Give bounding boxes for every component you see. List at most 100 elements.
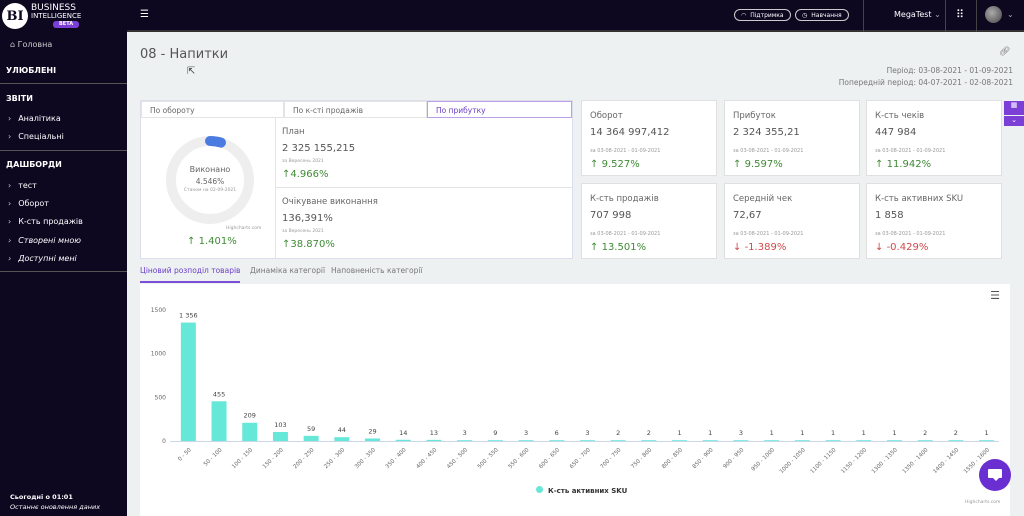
training-button[interactable]: ◷ Навчання [795,9,849,21]
plan-period: за Вересень 2021 [282,159,324,164]
x-tick-label: 1000 - 1050 [779,447,807,475]
x-tick-label: 800 - 850 [661,447,684,470]
change-value: 13.501% [601,242,647,253]
kpi-label: К-сть продажів [590,194,659,204]
x-tick-label: 200 - 250 [293,447,316,470]
bar [794,440,810,441]
data-label: 1 [770,429,774,437]
kpi-label: К-сть активних SKU [875,194,964,204]
sidebar-item-analytics[interactable]: › Аналітика [8,114,61,123]
bar [180,322,196,441]
plan-value: 2 325 155,215 [282,143,356,154]
tab-by-turnover[interactable]: По обороту [141,101,284,118]
tab-category-fill[interactable]: Наповненість категорії [331,266,423,275]
kpi-value: 2 324 355,21 [733,127,800,138]
kpi-period: за 03-08-2021 - 01-09-2021 [733,231,804,237]
sidebar-item-shared-with-me[interactable]: › Доступні мені [8,254,77,263]
account-dropdown[interactable]: MegaTest ⌄ [894,10,941,19]
item-label: Створені мною [18,236,81,245]
chevron-right-icon: › [8,217,12,226]
home-icon: ⌂ [10,40,16,49]
x-tick-label: 1100 - 1150 [810,447,838,475]
item-label: тест [18,181,37,190]
collapse-button[interactable]: ⌄ [1004,116,1024,126]
item-label: Оборот [18,199,49,208]
bar [856,440,872,441]
expected-label: Очікуване виконання [282,197,378,207]
support-label: Підтримка [750,11,784,19]
avatar[interactable] [985,6,1002,23]
reports-section[interactable]: ЗВІТИ [6,94,33,103]
last-update-note: Останнє оновлення даних [10,503,101,511]
x-tick-label: 650 - 700 [569,447,592,470]
data-label: 209 [244,412,256,420]
sidebar-item-home[interactable]: ⌂ Головна [10,40,52,49]
x-tick-label: 250 - 300 [323,447,346,470]
change-value: 9.527% [601,159,640,170]
tab-price-distribution[interactable]: Ціновий розподіл товарів [140,266,241,283]
kpi-period: за 03-08-2021 - 01-09-2021 [733,148,804,154]
chevron-right-icon: › [8,114,12,123]
bar [702,440,718,441]
highcharts-credit[interactable]: Highcharts.com [226,226,261,231]
arrow-up-icon: ↑ [875,159,884,170]
change-value: 9.597% [744,159,783,170]
favorites-section[interactable]: УЛЮБЛЕНІ [6,66,56,75]
bar [764,440,780,441]
data-label: 3 [585,429,589,437]
kpi-change: ↑ 9.597% [733,159,783,170]
highcharts-credit[interactable]: Highcharts.com [965,500,1000,505]
chat-button[interactable] [979,459,1011,491]
link-icon[interactable]: 🔗︎ [999,47,1010,57]
chevron-right-icon: › [8,181,12,190]
bar [733,440,749,441]
expected-change: ↑38.870% [282,239,335,250]
bar [886,440,902,441]
kpi-value: 72,67 [733,210,762,221]
data-label: 14 [399,429,407,437]
kpi-value: 14 364 997,412 [590,127,670,138]
x-tick-label: 150 - 200 [262,447,285,470]
sidebar-item-special[interactable]: › Спеціальні [8,132,64,141]
data-label: 2 [616,429,620,437]
tab-by-profit[interactable]: По прибутку [427,101,572,118]
gauge-label: Виконано [189,165,231,174]
bar [395,439,411,441]
beta-badge: BETA [53,21,80,28]
bar [242,422,258,441]
data-label: 3 [463,429,467,437]
tab-category-dynamics[interactable]: Динаміка категорії [250,266,325,275]
kpi-change: ↑ 13.501% [590,242,646,253]
sidebar-item-test[interactable]: › тест [8,181,37,190]
change-value: 38.870% [290,239,335,250]
data-label: 1 356 [179,312,198,320]
account-label: MegaTest [894,10,932,19]
data-label: 1 [984,429,988,437]
kpi-card: К-сть продажів 707 998 за 03-08-2021 - 0… [581,183,717,259]
dashboards-section[interactable]: ДАШБОРДИ [6,160,62,169]
chevron-down-icon[interactable]: ⌄ [1007,10,1014,19]
logo[interactable]: BI BUSINESS INTELLIGENCE BETA [2,3,81,29]
kpi-period: за 03-08-2021 - 01-09-2021 [875,231,946,237]
price-distribution-chart: ☰ 0 500 1000 1500 1 356 0 - 50 455 50 - 100 209 1… [140,284,1010,516]
data-label: 1 [831,429,835,437]
chart-legend-item[interactable]: К-сть активних SKU [536,486,627,495]
tab-by-sales-count[interactable]: По к-сті продажів [284,101,427,118]
apps-grid-icon[interactable]: ⠿ [956,8,964,21]
bar [579,440,595,441]
kpi-change: ↓ -1.389% [733,242,786,253]
kpi-card: К-сть активних SKU 1 858 за 03-08-2021 -… [866,183,1002,259]
training-label: Навчання [811,11,842,19]
kpi-value: 447 984 [875,127,917,138]
chat-icon [988,469,1002,478]
clock-icon: ◷ [802,11,808,19]
sidebar-item-turnover[interactable]: › Оборот [8,199,49,208]
support-button[interactable]: ◠ Підтримка [734,9,791,21]
sidebar-item-sales-count[interactable]: › К-сть продажів [8,217,83,226]
filter-panel-button[interactable]: ▦ [1004,101,1024,115]
hamburger-menu-icon[interactable]: ☰ [140,9,149,20]
sidebar-item-created-by-me[interactable]: › Створені мною [8,236,81,245]
gauge-change: ↑ 1.401% [187,236,237,247]
sidebar: BI BUSINESS INTELLIGENCE BETA ⌂ Головна УЛ… [0,0,127,516]
bar [641,440,657,441]
